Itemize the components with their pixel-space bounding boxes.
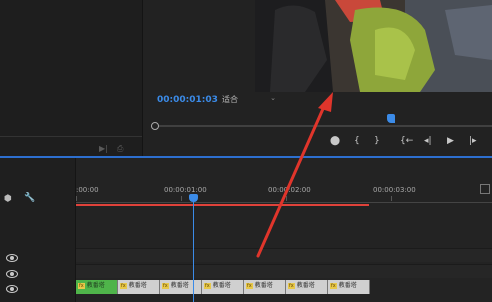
step-forward-icon[interactable]: |▸: [469, 136, 477, 146]
source-monitor-panel: ▶| ⎙: [0, 0, 143, 157]
wrench-icon[interactable]: 🔧: [24, 193, 35, 203]
track-header-column: ⬢ 🔧: [0, 158, 76, 302]
scrub-start-marker: [151, 122, 159, 130]
clip[interactable]: fx 教番塔: [244, 280, 286, 294]
time-ruler[interactable]: [76, 202, 492, 203]
clip[interactable]: fx 教番塔: [118, 280, 160, 294]
chevron-down-icon: ⌄: [270, 94, 276, 102]
playhead-handle[interactable]: [189, 194, 198, 202]
track-v3[interactable]: [76, 248, 492, 262]
ruler-label: 00:00:03:00: [373, 186, 416, 194]
scrub-bar[interactable]: [155, 125, 492, 127]
eye-icon[interactable]: [6, 285, 18, 293]
ruler-tick: [76, 196, 77, 201]
video-preview: [255, 0, 492, 92]
scrub-playhead[interactable]: [387, 114, 395, 123]
mark-out-icon[interactable]: }: [374, 136, 380, 146]
ruler-label: 00:00:01:00: [164, 186, 207, 194]
go-to-in-icon[interactable]: {←: [400, 136, 413, 146]
play-icon[interactable]: ▶: [447, 136, 454, 146]
timeline-panel: ⬢ 🔧 :00:00 00:00:01:00 00:00:02:00 00:00…: [0, 158, 492, 302]
snap-marker-icon[interactable]: ⬢: [4, 194, 12, 204]
add-marker-icon[interactable]: ⬤: [330, 136, 340, 146]
clip[interactable]: fx 教番塔: [160, 280, 202, 294]
program-monitor-panel: 00:00:01:03 适合 ⌄ ⬤ { } {← ◂| ▶ |▸: [143, 0, 492, 157]
eye-icon[interactable]: [6, 270, 18, 278]
timeline-settings-icon[interactable]: [480, 184, 490, 194]
ruler-tick: [286, 196, 287, 201]
playhead-timecode[interactable]: 00:00:01:03: [157, 95, 218, 105]
ruler-label: :00:00: [76, 186, 99, 194]
export-frame-icon[interactable]: ⎙: [117, 145, 123, 153]
zoom-fit-dropdown[interactable]: 适合 ⌄: [222, 94, 278, 106]
zoom-fit-value: 适合: [222, 95, 238, 104]
mark-in-icon[interactable]: {: [354, 136, 360, 146]
work-area-bar[interactable]: [76, 204, 369, 206]
clip[interactable]: fx 教番塔: [328, 280, 370, 294]
clip[interactable]: fx 教番塔: [202, 280, 244, 294]
playhead-line[interactable]: [193, 198, 194, 302]
eye-icon[interactable]: [6, 254, 18, 262]
clip[interactable]: fx 教番塔: [286, 280, 328, 294]
clip[interactable]: fx 教番塔: [76, 280, 118, 294]
ruler-tick: [391, 196, 392, 201]
track-v2[interactable]: [76, 264, 492, 278]
ruler-tick: [181, 196, 182, 201]
ruler-label: 00:00:02:00: [268, 186, 311, 194]
step-back-icon[interactable]: ◂|: [424, 136, 432, 146]
video-frame-image: [255, 0, 492, 92]
insert-icon[interactable]: ▶|: [99, 145, 108, 153]
panel-divider: [0, 136, 142, 137]
